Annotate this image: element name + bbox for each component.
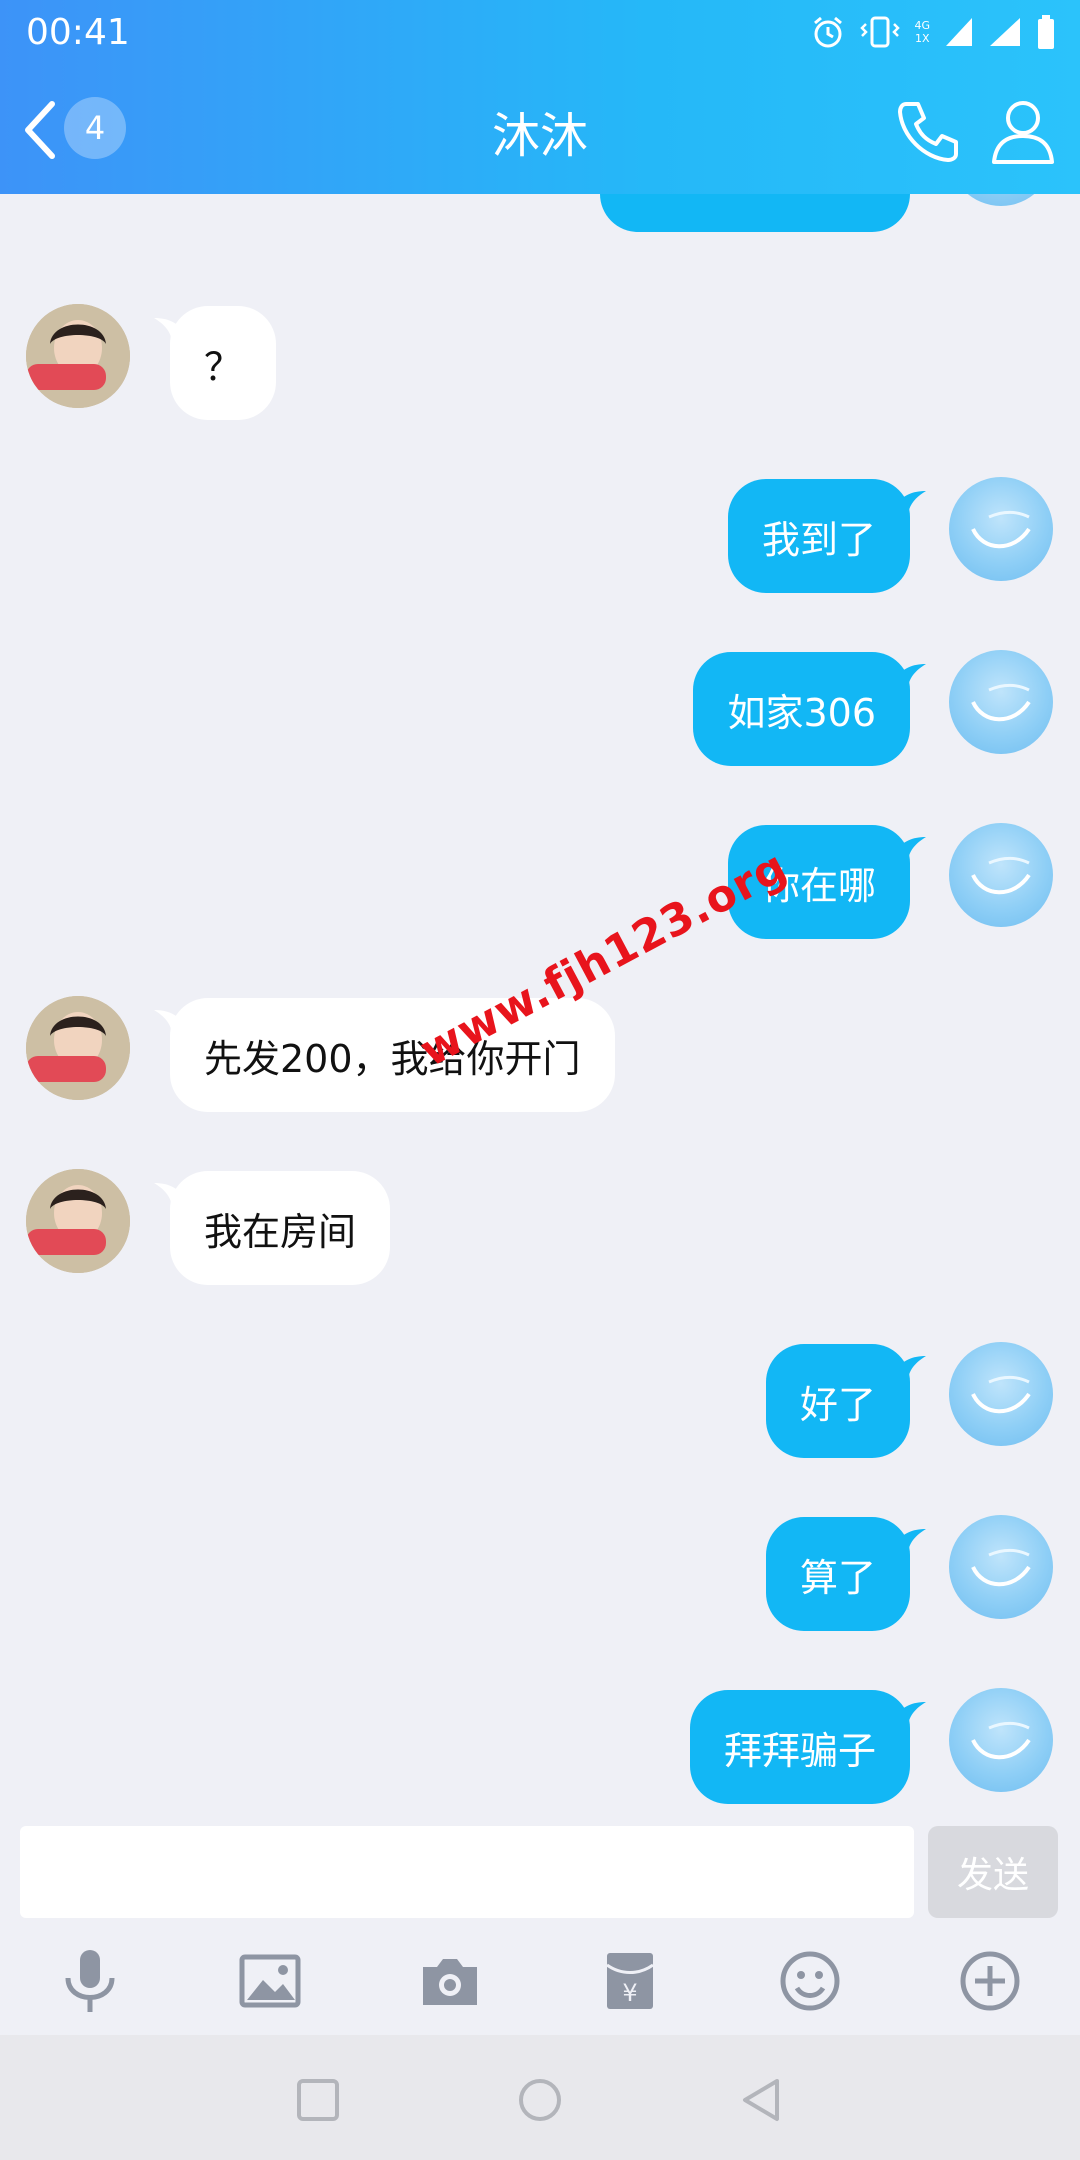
message-row: 👍👍👍 [0,194,1080,232]
vibrate-icon [860,16,901,48]
network-indicator: 4G 1X [914,19,930,45]
microphone-icon[interactable] [55,1946,125,2016]
svg-text:¥: ¥ [622,1979,637,2007]
image-icon[interactable] [235,1946,305,2016]
message-bubble[interactable]: 如家306 [693,652,910,766]
send-button[interactable]: 发送 [928,1826,1058,1918]
my-avatar[interactable] [949,1515,1053,1619]
profile-icon[interactable] [990,96,1056,166]
network-type: 4G [914,19,930,32]
message-row: 如家306 [0,650,1080,766]
message-bubble[interactable]: 我在房间 [170,1171,391,1285]
network-sub: 1X [914,32,930,45]
my-avatar[interactable] [949,1688,1053,1792]
message-input[interactable] [20,1826,914,1918]
nav-back-icon[interactable] [737,2075,787,2125]
my-avatar[interactable] [949,1342,1053,1446]
alarm-icon [814,16,843,48]
my-avatar[interactable] [949,823,1053,927]
message-row: 你在哪 [0,823,1080,939]
message-row: 我到了 [0,477,1080,593]
thumbs-emoji-row: 👍👍👍 [634,194,858,196]
message-row: 好了 [0,1342,1080,1458]
message-row: 拜拜骗子 [0,1688,1080,1804]
contact-avatar[interactable] [26,1169,130,1273]
message-bubble[interactable]: 拜拜骗子 [689,1690,910,1804]
status-time: 00:41 [26,12,130,53]
message-row: 我在房间 [0,1169,1080,1285]
status-icons: 4G 1X [810,12,1056,52]
my-avatar[interactable] [949,477,1053,581]
system-nav-bar [0,2035,1080,2160]
message-bubble[interactable]: 好了 [765,1344,910,1458]
emoji-icon[interactable] [775,1946,845,2016]
message-row: ？ [0,304,1080,420]
signal-icon [946,18,972,46]
recent-apps-icon[interactable] [293,2075,343,2125]
plus-icon[interactable] [955,1946,1025,2016]
my-avatar[interactable] [949,194,1053,206]
signal-icon-2 [990,18,1020,46]
contact-avatar[interactable] [26,304,130,408]
my-avatar[interactable] [949,650,1053,754]
message-bubble[interactable]: 我到了 [727,479,910,593]
red-packet-icon[interactable]: ¥ [595,1946,665,2016]
battery-icon [1038,15,1054,49]
chat-header: 00:41 4G 1X 4 沐沐 [0,0,1080,194]
message-bubble[interactable]: 算了 [765,1517,910,1631]
camera-icon[interactable] [415,1946,485,2016]
phone-icon[interactable] [894,96,964,166]
message-row: 算了 [0,1515,1080,1631]
message-bubble[interactable]: ？ [170,306,277,420]
contact-avatar[interactable] [26,996,130,1100]
message-bubble-partial[interactable]: 👍👍👍 [600,194,910,232]
home-icon[interactable] [515,2075,565,2125]
input-area: 发送 ¥ [0,1820,1080,2035]
